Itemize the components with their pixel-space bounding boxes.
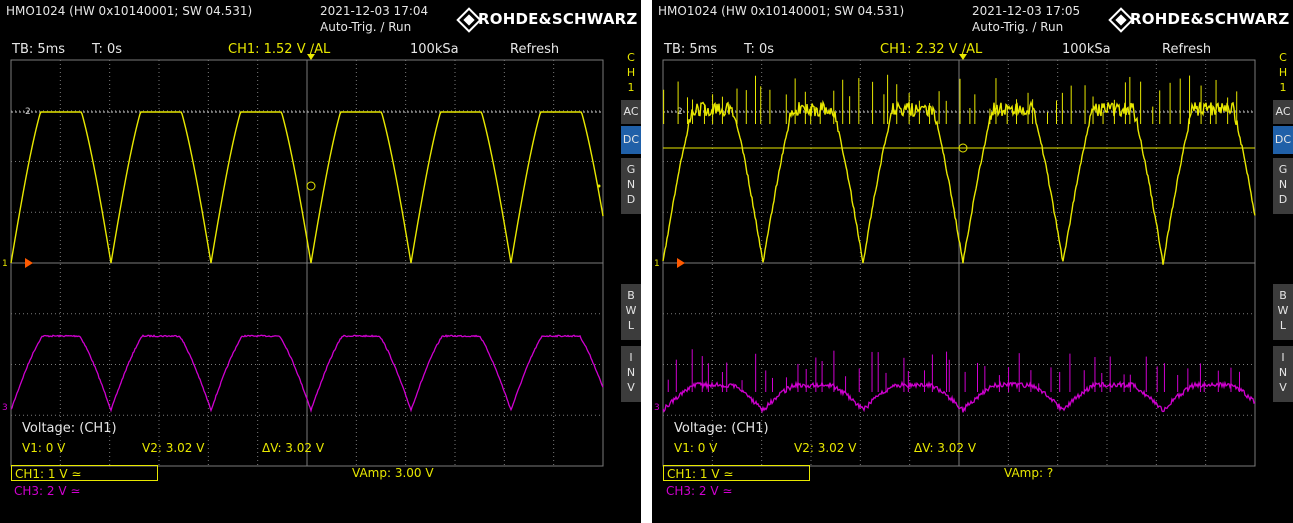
- trigger-time-icon: [307, 54, 315, 60]
- inv-label: I N V: [626, 351, 636, 394]
- sample-rate: 100kSa: [1062, 42, 1111, 57]
- gnd-label: G N D: [626, 163, 636, 206]
- cursor-crosshair-icon: [306, 181, 316, 191]
- coupling-ac-button[interactable]: AC: [1273, 100, 1293, 124]
- tab-ch1[interactable]: C H 1: [621, 50, 641, 94]
- invert-button[interactable]: I N V: [1273, 346, 1293, 402]
- graticule: 2 1 3: [2, 54, 604, 467]
- cursor-v1: V1: 0 V: [22, 441, 66, 455]
- tab-ch1-label: C H 1: [626, 51, 636, 94]
- trigger-position-icon: [677, 258, 685, 268]
- ch3-ground-marker: 3: [2, 403, 8, 413]
- inv-label: I N V: [1278, 351, 1288, 394]
- trigger-level-dot: [597, 184, 601, 188]
- invert-button[interactable]: I N V: [621, 346, 641, 402]
- timebase[interactable]: TB: 5ms: [664, 42, 717, 57]
- bwl-label: B W L: [1277, 289, 1289, 332]
- trigger-time-icon: [959, 54, 967, 60]
- coupling-dc-button[interactable]: DC: [1273, 126, 1293, 154]
- scope-screen-right: HMO1024 (HW 0x10140001; SW 04.531) 2021-…: [652, 0, 1293, 523]
- cursor-delta-v: ΔV: 3.02 V: [262, 441, 325, 455]
- time-offset[interactable]: T: 0s: [744, 42, 774, 57]
- trigger-mode: Auto-Trig. / Run: [972, 20, 1064, 34]
- bandwidth-limit-button[interactable]: B W L: [621, 284, 641, 340]
- coupling-gnd-button[interactable]: G N D: [1273, 158, 1293, 214]
- acquisition-mode[interactable]: Refresh: [1162, 42, 1211, 57]
- tab-ch1[interactable]: C H 1: [1273, 50, 1293, 94]
- bandwidth-limit-button[interactable]: B W L: [1273, 284, 1293, 340]
- gnd-label: G N D: [1278, 163, 1288, 206]
- cursor-delta-v: ΔV: 3.02 V: [914, 441, 977, 455]
- brand-name: ROHDE&SCHWARZ: [478, 10, 638, 28]
- trigger-position-icon: [25, 258, 33, 268]
- datetime: 2021-12-03 17:04: [320, 4, 429, 18]
- device-info: HMO1024 (HW 0x10140001; SW 04.531): [6, 4, 253, 18]
- ch3-scale[interactable]: CH3: 2 V ≃: [666, 484, 732, 498]
- tab-ch1-label: C H 1: [1278, 51, 1288, 94]
- measurement-title: Voltage: (CH1): [674, 421, 769, 436]
- trigger-level[interactable]: CH1: 2.32 V ∕AL: [880, 42, 982, 57]
- ch3-ground-marker: 3: [654, 403, 660, 413]
- ch1-ground-marker: 1: [2, 259, 8, 269]
- cursor-v2: V2: 3.02 V: [142, 441, 205, 455]
- brand-name: ROHDE&SCHWARZ: [1130, 10, 1290, 28]
- graticule: 213: [654, 54, 1256, 467]
- trigger-level[interactable]: CH1: 1.52 V ∕AL: [228, 42, 330, 57]
- time-offset[interactable]: T: 0s: [92, 42, 122, 57]
- ch1-scale-box[interactable]: CH1: 1 V ≃: [11, 465, 158, 481]
- cursor-v2: V2: 3.02 V: [794, 441, 857, 455]
- cursor-v1: V1: 0 V: [674, 441, 718, 455]
- coupling-ac-button[interactable]: AC: [621, 100, 641, 124]
- measurement-title: Voltage: (CH1): [22, 421, 117, 436]
- ch1-ground-marker: 1: [654, 259, 660, 269]
- ref-marker: 2: [25, 107, 31, 117]
- coupling-gnd-button[interactable]: G N D: [621, 158, 641, 214]
- vamp-measurement: VAmp: ?: [1004, 466, 1054, 480]
- ch1-scale-box[interactable]: CH1: 1 V ≃: [663, 465, 810, 481]
- datetime: 2021-12-03 17:05: [972, 4, 1081, 18]
- device-info: HMO1024 (HW 0x10140001; SW 04.531): [658, 4, 905, 18]
- timebase[interactable]: TB: 5ms: [12, 42, 65, 57]
- trigger-mode: Auto-Trig. / Run: [320, 20, 412, 34]
- sample-rate: 100kSa: [410, 42, 459, 57]
- coupling-dc-button[interactable]: DC: [621, 126, 641, 154]
- scope-screen-left: HMO1024 (HW 0x10140001; SW 04.531) 2021-…: [0, 0, 641, 523]
- acquisition-mode[interactable]: Refresh: [510, 42, 559, 57]
- vamp-measurement: VAmp: 3.00 V: [352, 466, 434, 480]
- bwl-label: B W L: [625, 289, 637, 332]
- ch3-scale[interactable]: CH3: 2 V ≃: [14, 484, 80, 498]
